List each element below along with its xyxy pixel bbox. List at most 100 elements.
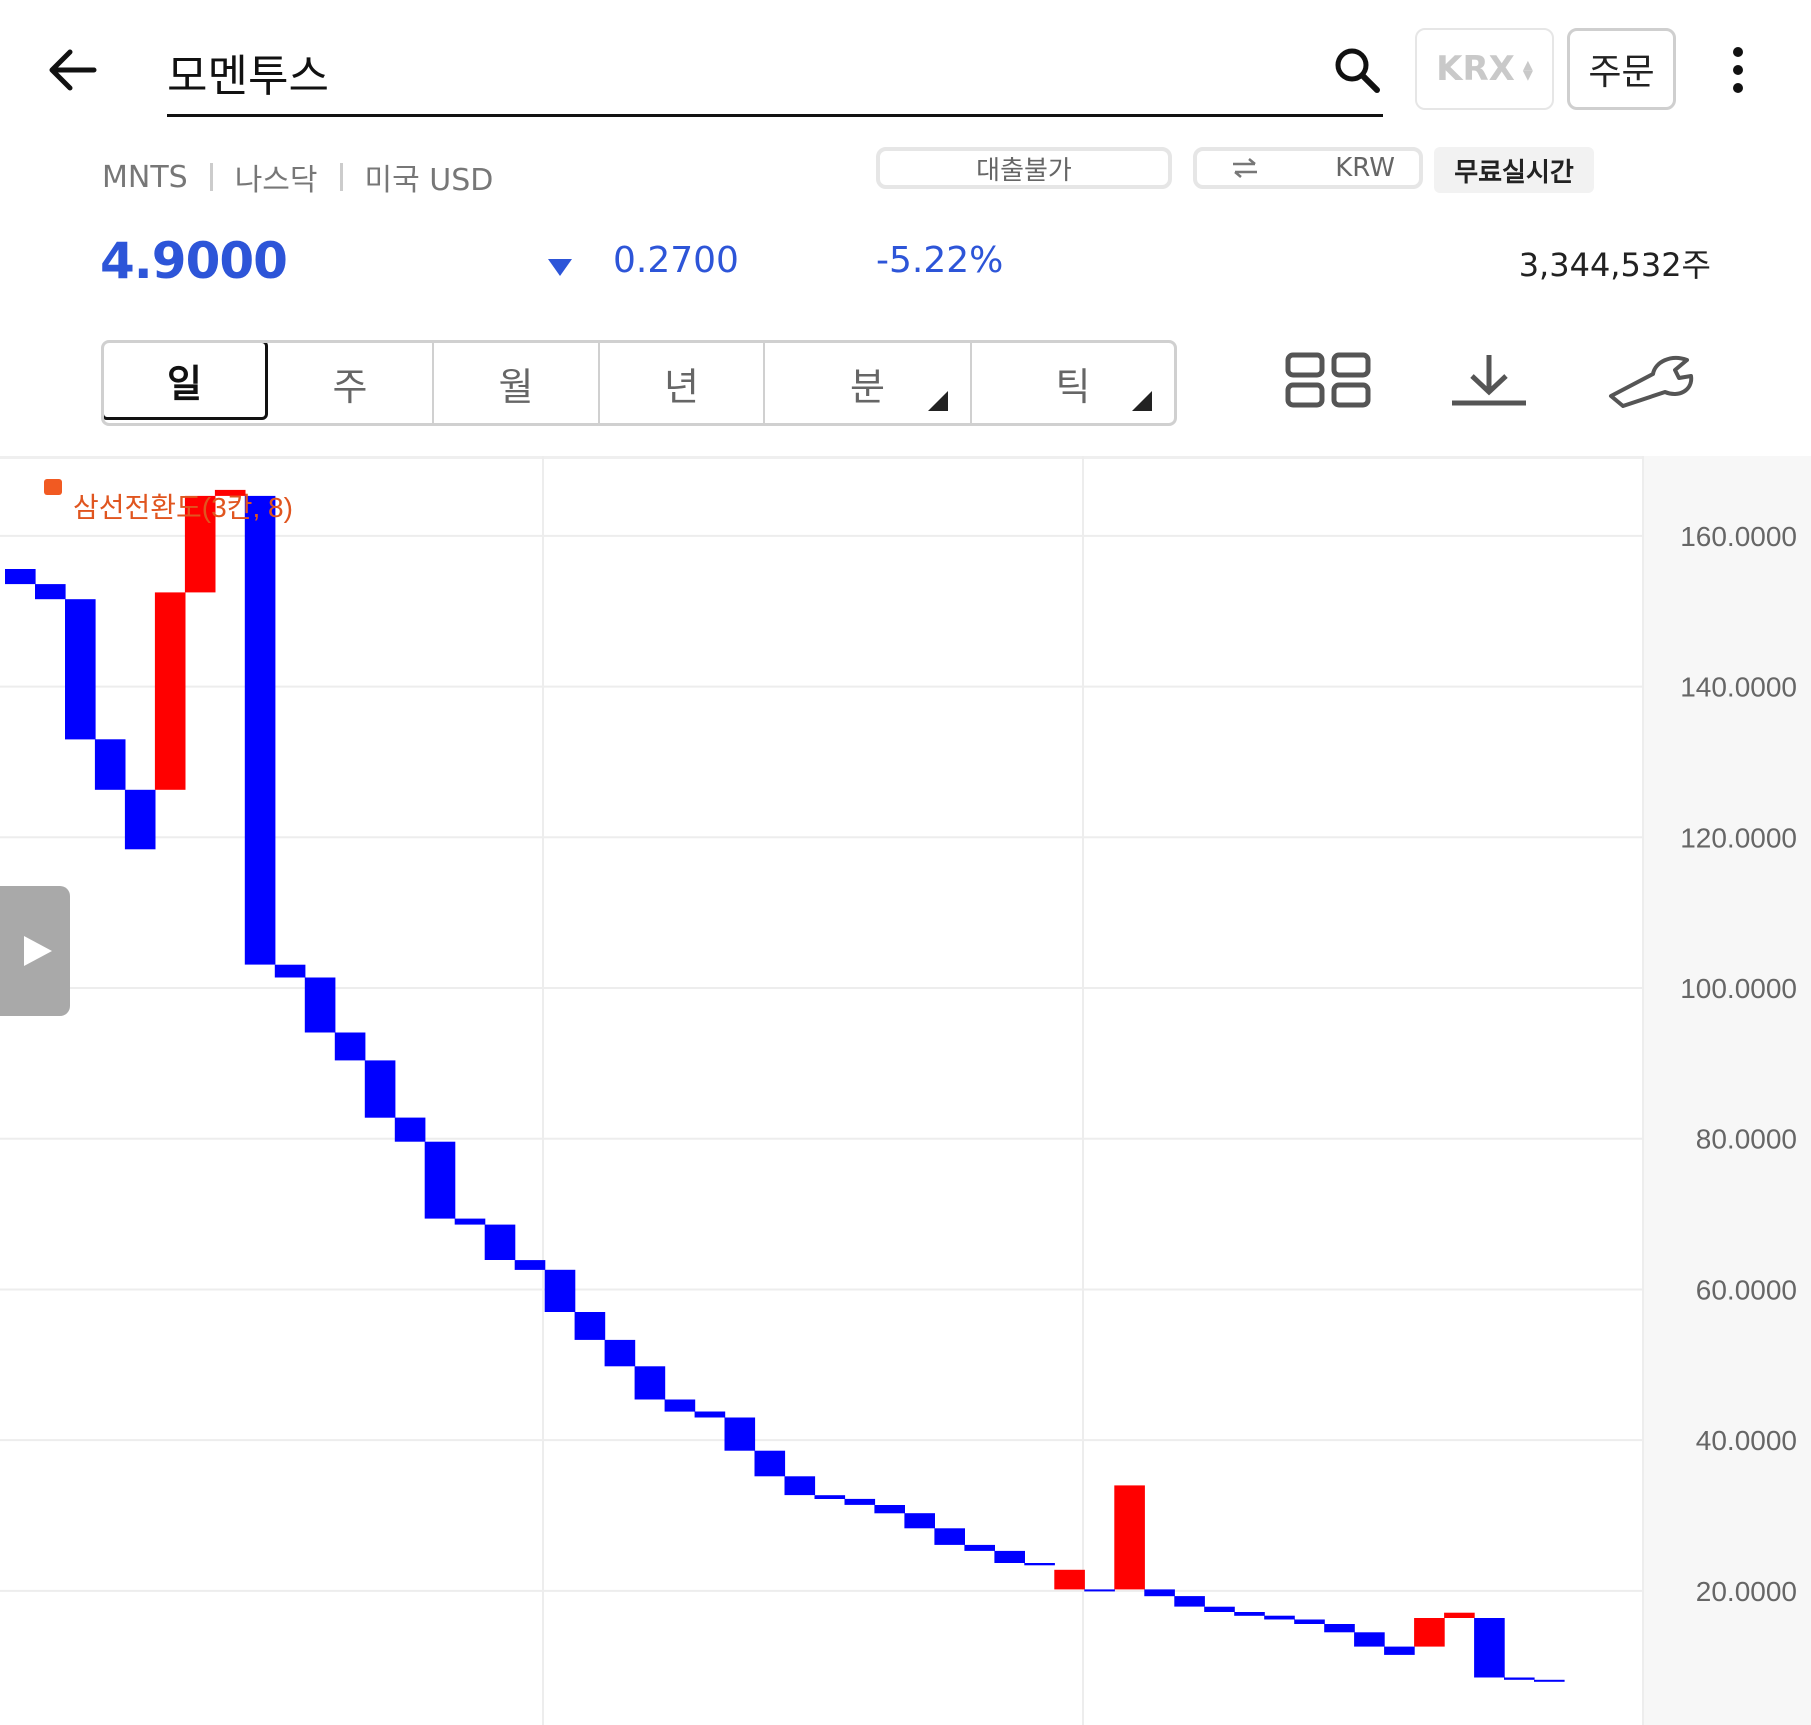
chart-brick-down [544, 1269, 576, 1312]
currency: 미국 USD [364, 163, 494, 198]
y-tick-label: 20.0000 [1696, 1576, 1797, 1607]
chart-brick-down [5, 569, 36, 585]
realtime-button[interactable]: 무료실시간 [1434, 147, 1594, 193]
chart-brick-down [1504, 1677, 1535, 1680]
chart-brick-down [1204, 1606, 1235, 1612]
exchange-select[interactable]: KRX ▴ ▾ [1415, 28, 1554, 110]
search-icon[interactable] [1331, 44, 1383, 96]
indicator-legend-swatch [44, 479, 62, 495]
chart-brick-down [1384, 1646, 1415, 1655]
chart-brick-up [1054, 1569, 1085, 1590]
current-price: 4.9000 [100, 232, 288, 290]
chart-brick-down [94, 739, 126, 790]
tab-label: 월 [498, 364, 534, 409]
tab-label: 분 [850, 364, 885, 409]
chart-brick-down [964, 1544, 995, 1551]
tab-week[interactable]: 주 [268, 343, 434, 423]
chart-brick-down [65, 599, 96, 740]
chart-brick-up [154, 592, 186, 790]
chart-brick-down [304, 977, 336, 1033]
tab-label: 년 [664, 364, 699, 409]
wrench-icon[interactable] [1605, 352, 1701, 408]
download-icon[interactable] [1448, 352, 1530, 408]
chart-brick-down [1174, 1596, 1205, 1607]
header: 모멘투스 KRX ▴ ▾ 주문 MNTS 나스닥 미국 USD 대출불가 KRW … [0, 0, 1811, 455]
down-triangle-icon [548, 259, 572, 276]
chart-brick-up [1444, 1612, 1475, 1618]
y-tick-label: 140.0000 [1680, 672, 1797, 703]
chart-brick-down [694, 1411, 726, 1418]
back-arrow-icon[interactable] [44, 40, 104, 100]
chart-brick-down [1264, 1615, 1295, 1620]
y-tick-label: 80.0000 [1696, 1124, 1797, 1155]
period-tabs: 일 주 월 년 분 틱 [101, 340, 1177, 426]
order-button-label: 주문 [1588, 52, 1655, 93]
tab-day[interactable]: 일 [104, 343, 268, 420]
chart-brick-up [1414, 1618, 1445, 1647]
divider [339, 163, 343, 191]
tab-month[interactable]: 월 [434, 343, 600, 423]
divider [209, 163, 213, 191]
chart-brick-down [35, 584, 66, 600]
chart-brick-down [394, 1117, 426, 1142]
chart-brick-down [334, 1032, 366, 1061]
play-icon [24, 936, 52, 966]
chart-brick-down [994, 1550, 1025, 1563]
chart-brick-down [124, 789, 156, 850]
chart-brick-down [514, 1260, 546, 1270]
order-button[interactable]: 주문 [1567, 28, 1676, 110]
y-tick-label: 160.0000 [1680, 521, 1797, 552]
side-panel-toggle[interactable] [0, 886, 70, 1016]
chart-brick-down [574, 1312, 606, 1340]
chart-brick-down [1294, 1619, 1325, 1624]
indicator-legend-label: 삼선전환도(3칸, 8) [73, 492, 293, 523]
y-axis-ticks: 160.0000 140.0000 120.0000 100.0000 80.0000 6… [1680, 521, 1797, 1607]
y-tick-label: 100.0000 [1680, 973, 1797, 1004]
exchange-label: KRX [1436, 49, 1515, 89]
chart-brick-down [454, 1218, 486, 1225]
chart-brick-down [904, 1513, 935, 1529]
tab-minute[interactable]: 분 [765, 343, 972, 423]
currency-toggle-label: KRW [1335, 153, 1395, 183]
price-chart[interactable]: 160.0000 140.0000 120.0000 100.0000 80.0000 6… [0, 456, 1811, 1725]
dropdown-corner-icon [1132, 391, 1152, 411]
search-field[interactable]: 모멘투스 [167, 30, 1383, 117]
layout-grid-icon[interactable] [1285, 352, 1371, 408]
chart-brick-down [424, 1141, 456, 1219]
chart-brick-down [484, 1224, 516, 1260]
chart-brick-down [1324, 1624, 1355, 1633]
market-name: 나스닥 [234, 163, 318, 198]
chart-brick-down [1354, 1632, 1385, 1647]
dropdown-corner-icon [928, 391, 948, 411]
more-menu-icon[interactable] [1720, 40, 1756, 100]
chart-bricks [5, 489, 1565, 1682]
stock-meta: MNTS 나스닥 미국 USD [102, 155, 493, 199]
y-tick-label: 60.0000 [1696, 1274, 1797, 1305]
chart-brick-down [874, 1505, 905, 1514]
trade-volume: 3,344,532주 [1518, 246, 1711, 284]
chart-brick-down [1144, 1589, 1175, 1597]
chart-brick-down [1024, 1563, 1055, 1566]
tab-label: 주 [332, 364, 368, 409]
chart-brick-down [754, 1450, 786, 1477]
tab-tick[interactable]: 틱 [972, 343, 1174, 423]
currency-toggle[interactable]: KRW [1193, 147, 1423, 189]
y-tick-label: 40.0000 [1696, 1425, 1797, 1456]
chart-brick-down [934, 1528, 965, 1545]
chart-brick-down [1234, 1612, 1265, 1616]
sort-arrows-icon: ▴ ▾ [1522, 52, 1533, 86]
chart-brick-down [724, 1417, 756, 1451]
chart-brick-down [1474, 1618, 1505, 1678]
swap-arrows-icon [1233, 158, 1257, 178]
chart-brick-down [1534, 1679, 1565, 1682]
tab-label: 일 [167, 361, 202, 406]
tab-year[interactable]: 년 [600, 343, 765, 423]
chart-brick-down [844, 1498, 876, 1505]
chart-brick-down [664, 1399, 696, 1412]
search-input-value: 모멘투스 [167, 51, 329, 102]
chart-brick-down [784, 1476, 816, 1496]
price-change-percent: -5.22% [876, 240, 1004, 281]
y-tick-label: 120.0000 [1680, 822, 1797, 853]
price-change: 0.2700 [613, 240, 739, 281]
ticker: MNTS [102, 159, 188, 195]
